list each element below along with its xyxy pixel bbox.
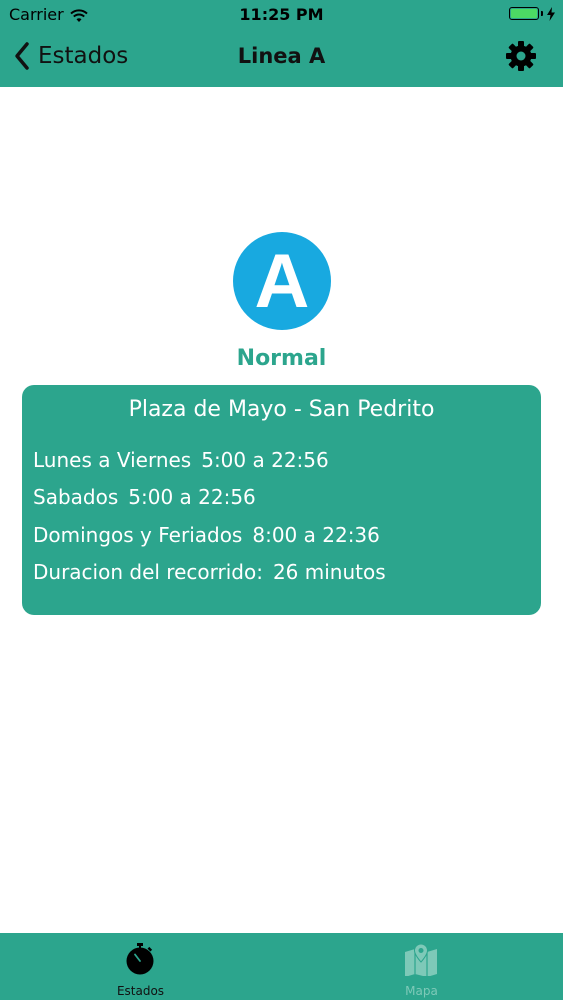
tab-estados[interactable]: Estados: [0, 933, 281, 1000]
status-time: 11:25 PM: [239, 5, 324, 24]
route-title: Plaza de Mayo - San Pedrito: [128, 397, 435, 422]
navigation-bar: Estados Linea A: [0, 28, 563, 87]
schedule-row-label: Duracion del recorrido:: [33, 560, 263, 584]
map-icon: [404, 942, 438, 977]
charging-bolt-icon: [547, 6, 555, 21]
schedule-row-saturdays: Sabados 5:00 a 22:56: [33, 485, 256, 509]
line-letter: A: [254, 239, 310, 324]
gear-icon: [506, 41, 536, 71]
status-bar: Carrier 11:25 PM: [0, 0, 563, 28]
schedule-row-sundays-holidays: Domingos y Feriados 8:00 a 22:36: [33, 523, 380, 547]
schedule-row-duration: Duracion del recorrido: 26 minutos: [33, 560, 386, 584]
schedule-row-value: 26 minutos: [272, 560, 386, 584]
schedule-row-label: Sabados: [33, 485, 119, 509]
battery-indicator: [509, 6, 555, 21]
tab-bar: Estados Mapa: [0, 933, 563, 1000]
line-status: Normal: [236, 346, 327, 371]
settings-button[interactable]: [505, 40, 537, 72]
schedule-row-label: Lunes a Viernes: [33, 448, 192, 472]
line-badge: A: [233, 232, 331, 330]
schedule-row-value: 5:00 a 22:56: [201, 448, 329, 472]
schedule-row-value: 5:00 a 22:56: [128, 485, 256, 509]
schedule-card: Plaza de Mayo - San Pedrito Lunes a Vier…: [22, 385, 541, 615]
schedule-row-value: 8:00 a 22:36: [252, 523, 380, 547]
battery-level: [511, 8, 537, 18]
page-title: Linea A: [237, 44, 326, 68]
tab-estados-label: Estados: [116, 984, 165, 998]
tab-mapa-label: Mapa: [405, 984, 438, 998]
stopwatch-icon: [123, 942, 157, 976]
schedule-row-weekdays: Lunes a Viernes 5:00 a 22:56: [33, 448, 329, 472]
battery-tip: [541, 10, 543, 16]
schedule-row-label: Domingos y Feriados: [33, 523, 243, 547]
tab-mapa[interactable]: Mapa: [281, 933, 562, 1000]
battery-icon: [509, 6, 539, 20]
header: Carrier 11:25 PM Estados Linea A: [0, 0, 563, 87]
